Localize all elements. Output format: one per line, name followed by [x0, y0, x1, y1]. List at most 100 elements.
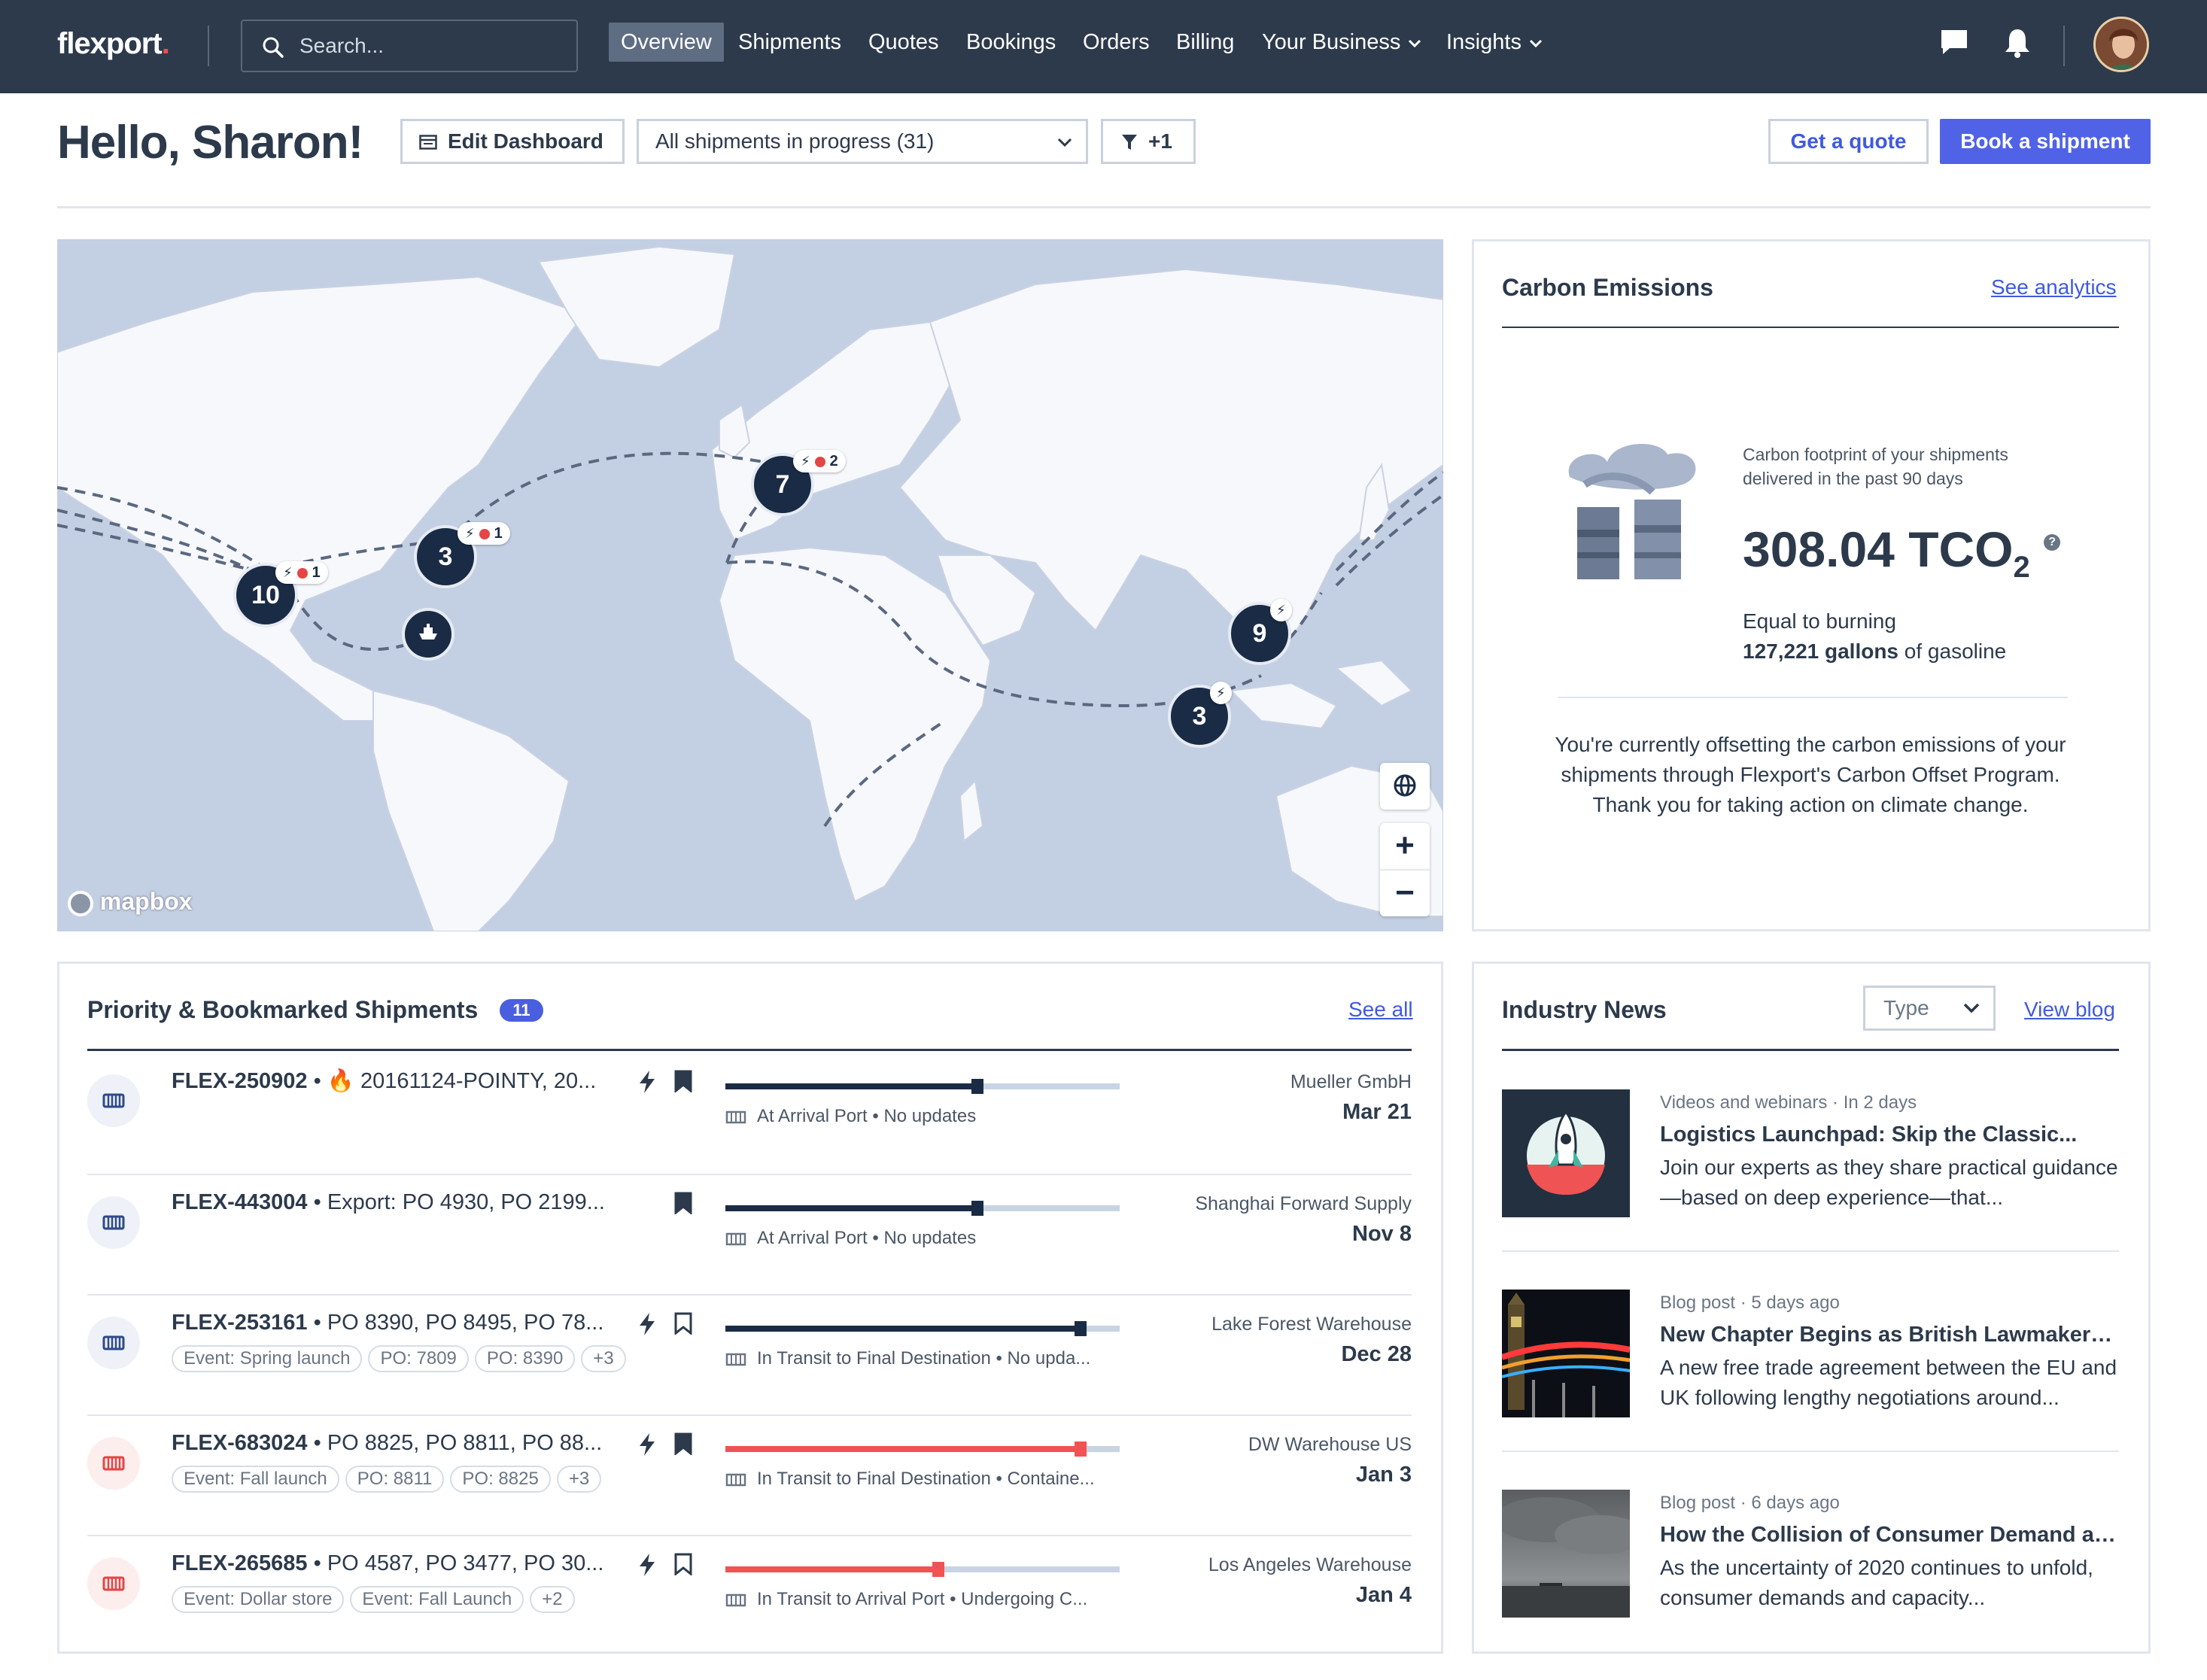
news-type-select[interactable]: Type [1863, 986, 1996, 1031]
nav-your-business-label: Your Business [1262, 30, 1401, 54]
shipment-id-value: FLEX-683024 [172, 1431, 308, 1455]
mapbox-label: mapbox [99, 888, 193, 915]
news-description: A new free trade agreement between the E… [1660, 1356, 2117, 1409]
priority-bolt-icon[interactable] [638, 1070, 656, 1094]
news-divider [1502, 1451, 2119, 1452]
news-item[interactable]: Blog post · 5 days ago New Chapter Begin… [1502, 1290, 2119, 1455]
shipment-date: Dec 28 [1341, 1342, 1412, 1366]
chat-icon[interactable] [1939, 27, 1969, 57]
shipment-tag[interactable]: Event: Spring launch [172, 1345, 363, 1372]
news-title[interactable]: New Chapter Begins as British Lawmakers.… [1660, 1323, 2119, 1347]
shipment-row[interactable]: FLEX-253161 • PO 8390, PO 8495, PO 78...… [87, 1294, 1412, 1414]
shipment-status: At Arrival Port • No updates [725, 1106, 976, 1127]
alert-count: 1 [494, 525, 503, 542]
shipment-description: Export: PO 4930, PO 2199... [327, 1190, 605, 1214]
news-title[interactable]: Logistics Launchpad: Skip the Classic... [1660, 1123, 2119, 1147]
shipment-tag[interactable]: PO: 8825 [450, 1466, 551, 1493]
shipment-row[interactable]: FLEX-683024 • PO 8825, PO 8811, PO 88...… [87, 1414, 1412, 1535]
shipment-map[interactable]: 10 ⚡ 1 3 ⚡ 1 7 ⚡ 2 9 ⚡ 3 ⚡ + − mapbox [57, 239, 1443, 931]
search-input[interactable]: Search... [241, 20, 578, 72]
nav-orders[interactable]: Orders [1071, 23, 1162, 62]
shipment-status-text: In Transit to Final Destination • No upd… [757, 1348, 1091, 1369]
shipment-tag[interactable]: PO: 7809 [368, 1345, 469, 1372]
map-alert-pill[interactable]: ⚡ 1 [275, 561, 328, 584]
shipment-row[interactable]: FLEX-443004 • Export: PO 4930, PO 2199..… [87, 1174, 1412, 1294]
user-avatar[interactable] [2093, 17, 2149, 72]
alert-dot [296, 567, 308, 579]
carbon-footprint-label: Carbon footprint of your shipments deliv… [1743, 442, 2008, 491]
news-thumbnail [1502, 1290, 1630, 1417]
nav-overview[interactable]: Overview [609, 23, 724, 62]
shipment-row[interactable]: FLEX-265685 • PO 4587, PO 3477, PO 30...… [87, 1535, 1412, 1655]
priority-bolt-icon[interactable] [638, 1432, 656, 1457]
flexport-logo[interactable]: flexport. [57, 27, 170, 61]
see-all-link[interactable]: See all [1348, 998, 1413, 1022]
shipment-progress-bar [725, 1442, 1120, 1457]
map-alert-pill[interactable]: ⚡ 2 [793, 450, 846, 472]
news-title[interactable]: How the Collision of Consumer Demand an.… [1660, 1523, 2119, 1548]
news-item[interactable]: Blog post · 6 days ago How the Collision… [1502, 1490, 2119, 1655]
shipment-id[interactable]: FLEX-443004 • Export: PO 4930, PO 2199..… [172, 1190, 605, 1215]
help-icon[interactable]: ? [2044, 534, 2061, 551]
nav-shipments[interactable]: Shipments [726, 23, 853, 62]
nav-your-business[interactable]: Your Business [1250, 23, 1433, 62]
shipment-status-text: At Arrival Port • No updates [757, 1228, 977, 1248]
carbon-value: 308.04 TCO2 ? [1743, 521, 2061, 585]
shipment-id[interactable]: FLEX-253161 • PO 8390, PO 8495, PO 78... [172, 1311, 603, 1335]
shipment-tags: Event: Fall launch PO: 8811 PO: 8825 +3 [172, 1466, 607, 1493]
nav-insights[interactable]: Insights [1434, 23, 1555, 62]
bookmark-icon[interactable] [674, 1312, 692, 1335]
carbon-footprint-label-line: Carbon footprint of your shipments [1743, 445, 2008, 464]
bookmark-icon[interactable] [674, 1192, 692, 1214]
mapbox-attribution[interactable]: mapbox [68, 888, 193, 916]
shipment-tag[interactable]: +2 [530, 1586, 575, 1613]
priority-bolt-icon[interactable] [638, 1312, 656, 1336]
shipment-tag[interactable]: Event: Fall launch [172, 1466, 339, 1493]
shipment-tag[interactable]: Event: Fall Launch [350, 1586, 524, 1613]
carbon-gasoline-equivalent: 127,221 gallons of gasoline [1743, 639, 2006, 664]
shipment-status: In Transit to Arrival Port • Undergoing … [725, 1589, 1087, 1610]
shipment-id-value: FLEX-253161 [172, 1311, 308, 1335]
edit-dashboard-button[interactable]: Edit Dashboard [400, 119, 625, 164]
nav-billing[interactable]: Billing [1164, 23, 1246, 62]
shipment-row[interactable]: FLEX-250902 • 🔥 20161124-POINTY, 20... At… [87, 1053, 1412, 1174]
map-alert-pill[interactable]: ⚡ 1 [458, 522, 510, 545]
shipment-tag[interactable]: PO: 8390 [474, 1345, 576, 1372]
shipment-tag[interactable]: Event: Dollar store [172, 1586, 345, 1613]
bookmark-icon[interactable] [674, 1070, 692, 1092]
news-item[interactable]: Videos and webinars · In 2 days Logistic… [1502, 1089, 2119, 1255]
shipment-id[interactable]: FLEX-250902 • 🔥 20161124-POINTY, 20... [172, 1068, 596, 1094]
globe-button[interactable] [1380, 763, 1430, 810]
container-icon [87, 1196, 140, 1249]
bell-icon[interactable] [2003, 27, 2032, 59]
carbon-offset-line: Thank you for taking action on climate c… [1592, 793, 2029, 816]
bookmark-icon[interactable] [674, 1432, 692, 1455]
get-quote-button[interactable]: Get a quote [1768, 119, 1929, 164]
shipment-filter-select[interactable]: All shipments in progress (31) [637, 119, 1088, 164]
shipment-date: Jan 3 [1355, 1463, 1412, 1487]
shipment-tag[interactable]: +3 [556, 1466, 602, 1493]
zoom-out-button[interactable]: − [1380, 870, 1430, 916]
map-vessel-marker[interactable] [402, 608, 454, 661]
map-alert-pill[interactable]: ⚡ [1210, 682, 1232, 704]
shipment-id[interactable]: FLEX-265685 • PO 4587, PO 3477, PO 30... [172, 1551, 603, 1576]
shipment-id[interactable]: FLEX-683024 • PO 8825, PO 8811, PO 88... [172, 1431, 602, 1456]
shipment-tag[interactable]: +3 [581, 1345, 626, 1372]
ship-icon [725, 1469, 757, 1489]
book-shipment-button[interactable]: Book a shipment [1940, 119, 2151, 164]
zoom-in-button[interactable]: + [1380, 823, 1430, 870]
view-blog-link[interactable]: View blog [2024, 998, 2115, 1022]
map-alert-pill[interactable]: ⚡ [1270, 599, 1292, 621]
priority-count-badge: 11 [500, 999, 543, 1022]
see-analytics-link[interactable]: See analytics [1991, 275, 2117, 299]
shipment-tag[interactable]: PO: 8811 [345, 1466, 445, 1493]
filter-button[interactable]: +1 [1101, 119, 1196, 164]
nav-quotes[interactable]: Quotes [856, 23, 951, 62]
top-navigation-bar: flexport. Search... Overview Shipments Q… [0, 0, 2207, 93]
priority-bolt-icon[interactable] [638, 1553, 656, 1577]
nav-bookings[interactable]: Bookings [954, 23, 1068, 62]
bookmark-icon[interactable] [674, 1553, 692, 1575]
dashboard-icon [419, 135, 437, 150]
smokestack-illustration [1568, 444, 1696, 579]
gallons-suffix: of gasoline [1898, 639, 2007, 663]
